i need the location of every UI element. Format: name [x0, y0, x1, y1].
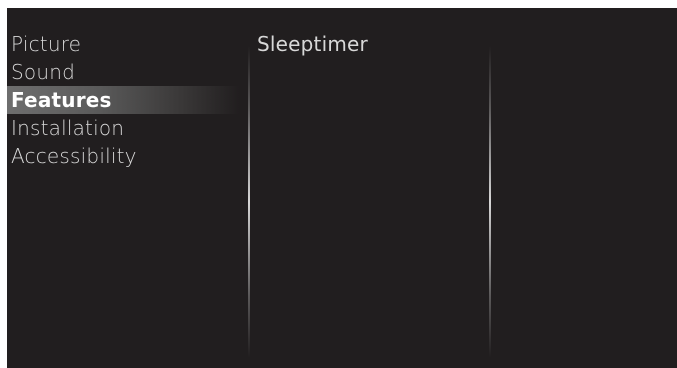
menu-item-installation[interactable]: Installation [7, 114, 239, 142]
submenu-item-sleeptimer[interactable]: Sleeptimer [257, 30, 487, 58]
menu-item-picture[interactable]: Picture [7, 30, 239, 58]
column-divider-left [248, 46, 250, 358]
menu-item-accessibility[interactable]: Accessibility [7, 142, 239, 170]
main-menu: Picture Sound Features Installation Acce… [7, 30, 239, 170]
submenu: Sleeptimer [257, 30, 487, 58]
tv-settings-screen: Picture Sound Features Installation Acce… [7, 8, 677, 368]
menu-item-features[interactable]: Features [7, 86, 239, 114]
menu-item-sound[interactable]: Sound [7, 58, 239, 86]
column-divider-right [489, 46, 491, 358]
